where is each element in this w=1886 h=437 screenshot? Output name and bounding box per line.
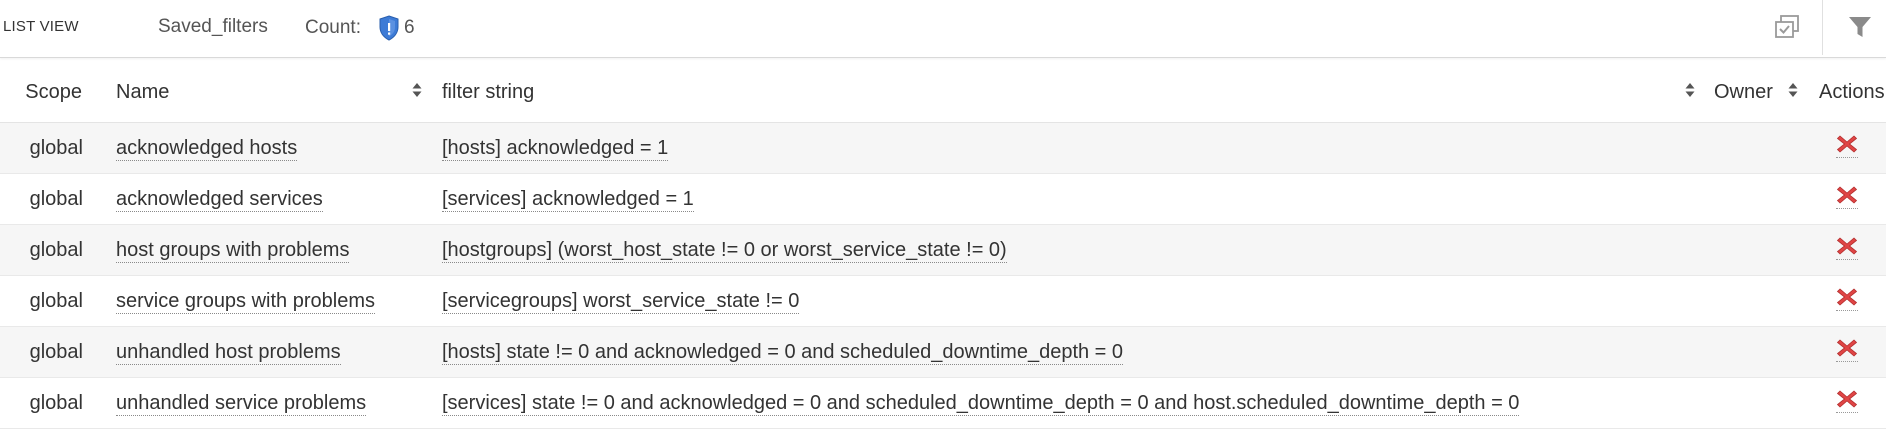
scope-cell: global: [0, 377, 104, 429]
table-row: global acknowledged services [services] …: [0, 173, 1886, 225]
owner-cell: [1704, 326, 1807, 378]
filter-name-link[interactable]: unhandled service problems: [116, 391, 367, 416]
delete-icon[interactable]: [1835, 337, 1858, 362]
column-header-filter-string[interactable]: filter string: [429, 63, 1704, 123]
delete-icon[interactable]: [1835, 388, 1858, 413]
owner-cell: [1704, 224, 1807, 276]
table-row: global service groups with problems [ser…: [0, 275, 1886, 327]
filter-string-link[interactable]: [services] acknowledged = 1: [442, 187, 694, 212]
filter-string-link[interactable]: [servicegroups] worst_service_state != 0: [442, 289, 800, 314]
sort-icon[interactable]: [1684, 80, 1696, 100]
filter-name-link[interactable]: acknowledged services: [116, 187, 323, 212]
filter-name-link[interactable]: host groups with problems: [116, 238, 350, 263]
count-label: Count:: [305, 17, 361, 38]
delete-icon[interactable]: [1835, 235, 1858, 260]
scope-cell: global: [0, 326, 104, 378]
sort-icon[interactable]: [411, 80, 423, 100]
column-header-owner-label: Owner: [1714, 81, 1773, 103]
saved-filters-table: Scope Name filter string Owner Actions g…: [0, 63, 1886, 429]
top-bar: LIST VIEW Saved_filters Count: 6: [0, 0, 1886, 58]
delete-icon[interactable]: [1835, 184, 1858, 209]
table-row: global acknowledged hosts [hosts] acknow…: [0, 122, 1886, 174]
filter-string-link[interactable]: [hosts] state != 0 and acknowledged = 0 …: [442, 340, 1124, 365]
column-header-name[interactable]: Name: [104, 63, 429, 123]
owner-cell: [1704, 122, 1807, 174]
filter-name-link[interactable]: acknowledged hosts: [116, 136, 298, 161]
saved-filters-label: Saved_filters: [158, 16, 268, 37]
table-row: global unhandled service problems [servi…: [0, 377, 1886, 429]
table-row: global host groups with problems [hostgr…: [0, 224, 1886, 276]
filter-string-link[interactable]: [hostgroups] (worst_host_state != 0 or w…: [442, 238, 1007, 263]
column-header-owner[interactable]: Owner: [1704, 63, 1807, 123]
filter-icon[interactable]: [1846, 13, 1874, 41]
scope-cell: global: [0, 224, 104, 276]
column-header-name-label: Name: [116, 81, 170, 103]
owner-cell: [1704, 173, 1807, 225]
filter-string-link[interactable]: [services] state != 0 and acknowledged =…: [442, 391, 1520, 416]
shield-icon: [379, 15, 399, 41]
scope-cell: global: [0, 275, 104, 327]
column-header-filter-string-label: filter string: [442, 81, 535, 103]
column-header-scope: Scope: [0, 63, 104, 123]
delete-icon[interactable]: [1835, 133, 1858, 158]
copy-icon[interactable]: [1772, 12, 1804, 42]
scope-cell: global: [0, 173, 104, 225]
count-value: 6: [404, 17, 415, 38]
page-title: LIST VIEW: [3, 18, 79, 35]
owner-cell: [1704, 377, 1807, 429]
filter-name-link[interactable]: service groups with problems: [116, 289, 375, 314]
column-header-actions: Actions: [1807, 63, 1886, 123]
table-row: global unhandled host problems [hosts] s…: [0, 326, 1886, 378]
sort-icon[interactable]: [1787, 80, 1799, 100]
owner-cell: [1704, 275, 1807, 327]
scope-cell: global: [0, 122, 104, 174]
delete-icon[interactable]: [1835, 286, 1858, 311]
filter-name-link[interactable]: unhandled host problems: [116, 340, 341, 365]
toolbar-divider: [1822, 0, 1823, 55]
table-header-row: Scope Name filter string Owner Actions: [0, 63, 1886, 123]
filter-string-link[interactable]: [hosts] acknowledged = 1: [442, 136, 669, 161]
